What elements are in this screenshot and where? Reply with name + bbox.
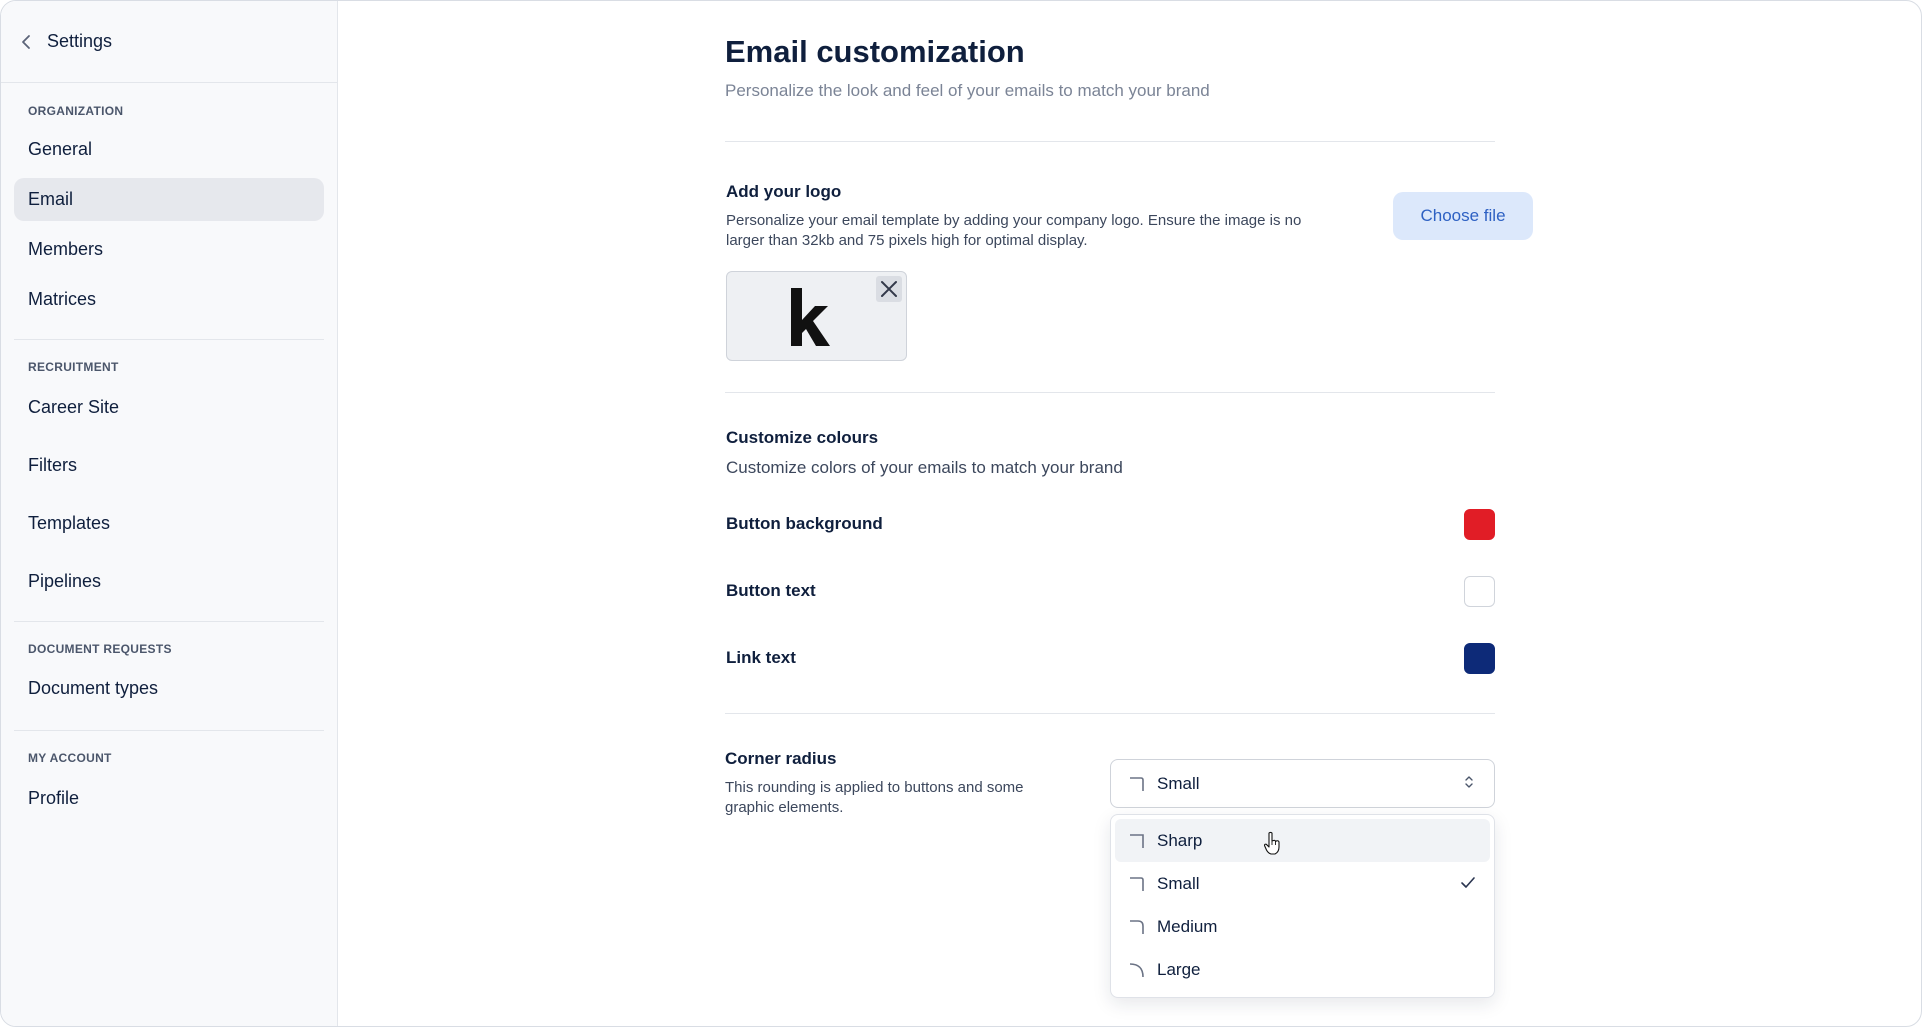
option-medium[interactable]: Medium	[1115, 905, 1490, 948]
close-icon	[881, 281, 897, 297]
option-large[interactable]: Large	[1115, 948, 1490, 991]
link-text-swatch[interactable]	[1464, 642, 1495, 674]
divider	[725, 392, 1495, 393]
color-row-button-background: Button background	[726, 508, 1495, 540]
divider	[725, 141, 1495, 142]
sidebar-section-label: ORGANIZATION	[28, 104, 124, 118]
corner-radius-dropdown: Sharp Small Medium Large	[1110, 814, 1495, 998]
sidebar-header: Settings	[1, 1, 337, 83]
back-chevron-icon[interactable]	[17, 33, 35, 51]
sidebar-item-email[interactable]: Email	[14, 178, 324, 221]
corner-radius-select[interactable]: Small	[1110, 759, 1495, 808]
checkmark-icon	[1461, 877, 1475, 888]
sidebar-item-matrices[interactable]: Matrices	[14, 278, 324, 321]
sidebar-title: Settings	[47, 31, 113, 51]
logo-preview	[726, 271, 907, 361]
page-title: Email customization	[725, 34, 1025, 69]
color-row-label: Link text	[726, 648, 796, 667]
page-subtitle: Personalize the look and feel of your em…	[725, 81, 1210, 100]
button-background-swatch[interactable]	[1464, 508, 1495, 540]
option-label: Small	[1157, 873, 1200, 893]
corner-small-icon	[1130, 776, 1144, 791]
divider	[725, 713, 1495, 714]
colours-section-title: Customize colours	[726, 428, 879, 447]
colours-section-description: Customize colors of your emails to match…	[726, 458, 1123, 477]
corner-large-icon	[1129, 962, 1144, 977]
color-row-button-text: Button text	[726, 575, 1495, 607]
button-text-swatch[interactable]	[1464, 575, 1495, 607]
logo-section-description: Personalize your email template by addin…	[726, 212, 1302, 249]
sidebar-item-general[interactable]: General	[14, 128, 324, 171]
chevron-up-down-icon	[1465, 776, 1473, 788]
option-small[interactable]: Small	[1115, 862, 1490, 905]
app-window: Settings ORGANIZATION General Email Memb…	[0, 0, 1922, 1027]
corner-sharp-icon	[1130, 833, 1144, 848]
main-content: Email customization Personalize the look…	[339, 1, 1921, 1026]
sidebar-item-members[interactable]: Members	[14, 228, 324, 271]
sidebar-section-recruitment: RECRUITMENT Career Site Filters Template…	[1, 360, 337, 603]
sidebar-section-label: RECRUITMENT	[28, 360, 119, 374]
corner-medium-icon	[1130, 919, 1144, 934]
sidebar-section-my-account: MY ACCOUNT Profile	[1, 751, 337, 820]
sidebar-section-organization: ORGANIZATION General Email Members Matri…	[1, 104, 337, 321]
color-row-label: Button text	[726, 581, 816, 600]
corner-small-icon	[1130, 876, 1144, 891]
sidebar-item-filters[interactable]: Filters	[14, 444, 324, 487]
sidebar-item-career-site[interactable]: Career Site	[14, 386, 324, 429]
sidebar-item-pipelines[interactable]: Pipelines	[14, 560, 324, 603]
option-label: Sharp	[1157, 830, 1203, 850]
corner-radius-title: Corner radius	[725, 749, 837, 768]
sidebar-section-label: DOCUMENT REQUESTS	[28, 642, 172, 656]
sidebar-divider	[14, 339, 324, 340]
sidebar: Settings ORGANIZATION General Email Memb…	[1, 1, 338, 1026]
sidebar-item-profile[interactable]: Profile	[14, 777, 324, 820]
logo-section-title: Add your logo	[726, 182, 842, 201]
sidebar-item-document-types[interactable]: Document types	[14, 667, 324, 710]
option-sharp[interactable]: Sharp	[1115, 819, 1490, 862]
corner-radius-description: This rounding is applied to buttons and …	[725, 779, 1024, 816]
sidebar-section-label: MY ACCOUNT	[28, 751, 112, 765]
color-row-link-text: Link text	[726, 642, 1495, 674]
company-logo-image	[791, 288, 830, 346]
option-label: Medium	[1157, 916, 1218, 936]
choose-file-button[interactable]: Choose file	[1393, 192, 1533, 240]
option-label: Large	[1157, 959, 1201, 979]
sidebar-divider	[14, 621, 324, 622]
sidebar-section-document-requests: DOCUMENT REQUESTS Document types	[1, 642, 337, 710]
sidebar-divider	[14, 730, 324, 731]
sidebar-item-templates[interactable]: Templates	[14, 502, 324, 545]
color-row-label: Button background	[726, 514, 883, 533]
remove-logo-button[interactable]	[876, 276, 902, 302]
corner-radius-selected-value: Small	[1157, 773, 1200, 793]
